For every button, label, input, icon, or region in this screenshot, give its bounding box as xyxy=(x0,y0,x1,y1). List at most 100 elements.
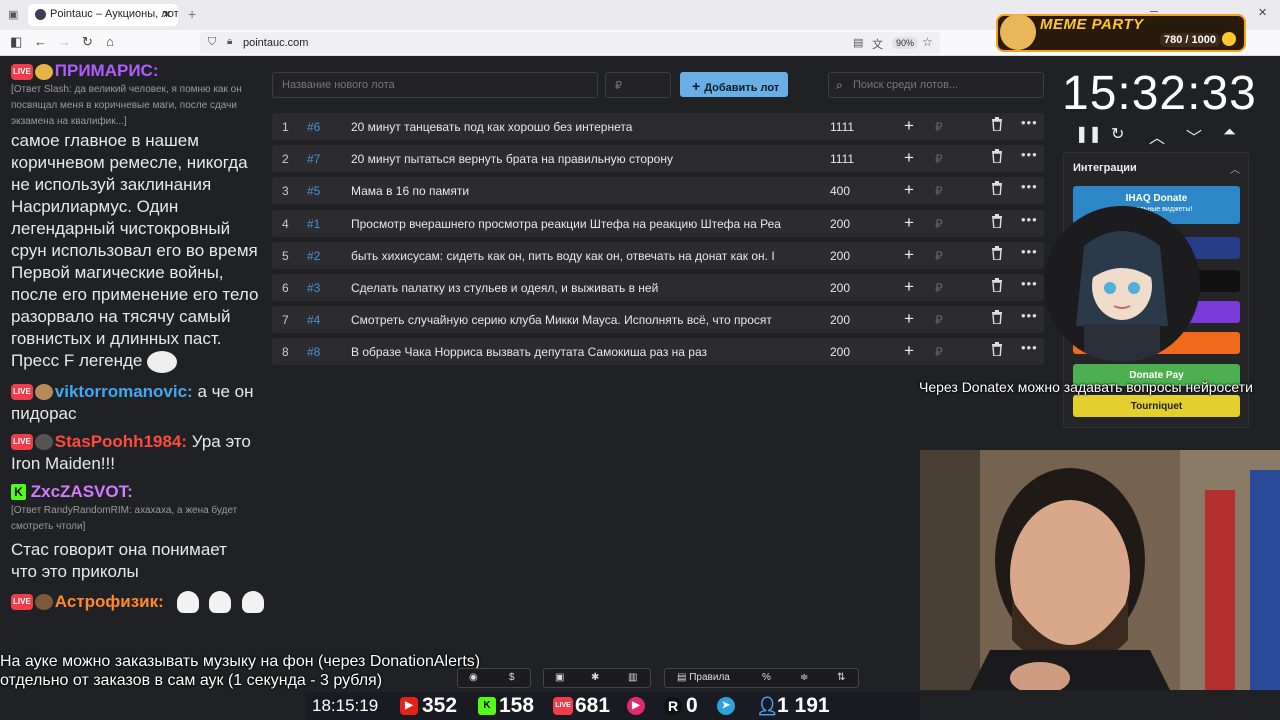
forward-icon[interactable]: → xyxy=(58,34,71,49)
dollar-icon[interactable]: $ xyxy=(509,672,515,683)
lot-id: #3 xyxy=(307,281,321,295)
trash-icon[interactable] xyxy=(991,310,1003,325)
lot-index: 4 xyxy=(282,216,289,231)
lot-search-input[interactable]: ⌕ Поиск среди лотов... xyxy=(828,72,1044,98)
meme-party-title: MEME PARTY xyxy=(1040,16,1144,33)
trash-icon[interactable] xyxy=(991,213,1003,229)
tab-list-icon[interactable]: ▣ xyxy=(8,8,18,21)
add-amount-icon[interactable]: + xyxy=(904,148,914,168)
home-icon[interactable]: ⌂ xyxy=(106,34,114,49)
integration-button[interactable]: Tourniquet xyxy=(1073,395,1240,417)
lock-icon[interactable]: 🔒︎ xyxy=(227,36,232,47)
lot-name[interactable]: быть хихисусам: сидеть как он, пить воду… xyxy=(351,249,801,263)
lot-row[interactable]: 8 #8 В образе Чака Норриса вызвать депутат… xyxy=(272,338,1044,366)
window-close-icon[interactable]: ✕ xyxy=(1258,6,1267,19)
lot-name[interactable]: Смотреть случайную серию клуба Микки Мау… xyxy=(351,313,801,327)
lot-name[interactable]: В образе Чака Норриса вызвать депутата С… xyxy=(351,345,801,359)
add-amount-icon[interactable]: + xyxy=(904,213,914,233)
more-options-icon[interactable]: ••• xyxy=(1021,179,1038,194)
trash-icon[interactable] xyxy=(991,342,1003,358)
lot-index: 6 xyxy=(282,281,289,295)
add-amount-icon[interactable]: + xyxy=(904,116,914,136)
lot-row[interactable]: 5 #2 быть хихисусам: сидеть как он, пить в… xyxy=(272,241,1044,269)
integration-label: IHAQ Donate xyxy=(1125,193,1188,204)
webcam-drawing xyxy=(920,450,1280,690)
browser-tab[interactable]: Pointauc – Аукционы, лотереи xyxy=(28,4,178,26)
lot-row[interactable]: 6 #3 Сделать палатку из стульев и одеял, и… xyxy=(272,274,1044,301)
more-options-icon[interactable]: ••• xyxy=(1021,308,1038,323)
donatex-note: Через Donatex можно задавать вопросы ней… xyxy=(919,379,1253,395)
tab-title: Pointauc – Аукционы, лотереи xyxy=(50,8,178,20)
lot-row[interactable]: 2 #7 20 минут пытаться вернуть брата на пр… xyxy=(272,145,1044,173)
lot-id: #1 xyxy=(307,216,321,231)
trash-icon[interactable] xyxy=(991,245,1003,261)
reader-view-icon[interactable]: ▤ xyxy=(853,36,863,49)
more-options-icon[interactable]: ••• xyxy=(1021,340,1038,355)
sort-icon[interactable]: ⇅ xyxy=(837,672,845,683)
more-options-icon[interactable]: ••• xyxy=(1021,147,1038,162)
lot-amount: 200 xyxy=(830,216,851,231)
rules-button[interactable]: ▤ Правила xyxy=(677,672,730,683)
lot-row[interactable]: 1 #6 20 минут танцевать под как хорошо без… xyxy=(272,113,1044,140)
lot-id: #8 xyxy=(307,345,321,360)
pause-icon[interactable]: ❚❚ xyxy=(1075,124,1102,144)
lot-name[interactable]: Мама в 16 по памяти xyxy=(351,184,801,198)
add-amount-icon[interactable]: + xyxy=(904,277,914,297)
reload-icon[interactable]: ↻ xyxy=(82,34,93,50)
add-amount-icon[interactable]: + xyxy=(904,245,914,265)
add-amount-icon[interactable]: + xyxy=(904,341,914,361)
translate-icon[interactable]: 文 xyxy=(872,36,883,52)
back-icon[interactable]: ← xyxy=(34,34,47,49)
sidebar-toggle-icon[interactable]: ◧ xyxy=(10,34,22,50)
lot-index: 2 xyxy=(282,152,289,167)
trash-icon[interactable] xyxy=(991,149,1003,164)
tab-close-icon[interactable]: ✕ xyxy=(162,8,171,21)
zoom-level[interactable]: 90% xyxy=(892,37,919,49)
address-bar[interactable] xyxy=(200,32,940,54)
add-lot-button[interactable]: + Добавить лот xyxy=(680,72,788,97)
more-options-icon[interactable]: ••• xyxy=(1021,244,1038,259)
more-options-icon[interactable]: ••• xyxy=(1021,115,1038,130)
split-icon[interactable]: ≑ xyxy=(800,672,808,683)
youtube-icon: ▶ xyxy=(400,697,418,715)
lot-name[interactable]: 20 минут пытаться вернуть брата на прави… xyxy=(351,152,801,166)
chevron-down-icon[interactable]: ﹀ xyxy=(1186,124,1202,148)
rutube-icon: R xyxy=(664,697,682,715)
percent-icon[interactable]: % xyxy=(762,672,771,683)
lot-name[interactable]: Просмотр вчерашнего просмотра реакции Шт… xyxy=(351,217,801,231)
toolbar-group-file: ▣ ✱ ▥ xyxy=(543,668,651,688)
chevron-up-icon[interactable]: ︿ xyxy=(1149,124,1165,148)
lot-row[interactable]: 4 #1 Просмотр вчерашнего просмотра реакции… xyxy=(272,209,1044,237)
lot-row[interactable]: 3 #5 Мама в 16 по памяти 400 + ₽ ••• xyxy=(272,177,1044,205)
more-options-icon[interactable]: ••• xyxy=(1021,276,1038,291)
new-lot-amount-input[interactable]: ₽ xyxy=(605,72,671,98)
lot-name[interactable]: 20 минут танцевать под как хорошо без ин… xyxy=(351,120,801,134)
vtuber-avatar xyxy=(1044,206,1200,362)
lot-name[interactable]: Сделать палатку из стульев и одеял, и вы… xyxy=(351,281,801,295)
github-icon[interactable]: ◉ xyxy=(469,672,478,683)
new-tab-icon[interactable]: + xyxy=(188,6,196,22)
save-icon[interactable]: ▣ xyxy=(555,672,564,683)
restart-icon[interactable]: ↻ xyxy=(1111,124,1124,144)
add-amount-icon[interactable]: + xyxy=(904,309,914,329)
lot-row[interactable]: 7 #4 Смотреть случайную серию клуба Микки … xyxy=(272,306,1044,334)
trash-icon[interactable] xyxy=(991,278,1003,293)
trash-icon[interactable] xyxy=(991,181,1003,197)
clear-icon[interactable]: ▥ xyxy=(628,672,637,683)
shield-icon[interactable]: ⛉ xyxy=(208,36,216,49)
collapse-icon[interactable]: ⏶ xyxy=(1223,124,1236,142)
chat-nick: StasPoohh1984: xyxy=(54,431,188,451)
avatar xyxy=(34,594,53,611)
bug-icon[interactable]: ✱ xyxy=(591,672,599,683)
chat-reply: [Ответ Slash: да великий человек, я помн… xyxy=(11,84,242,127)
avatar xyxy=(34,384,53,401)
stream-chat: LIVE ПРИМАРИС: [Ответ Slash: да великий ч… xyxy=(0,56,268,656)
trash-icon[interactable] xyxy=(991,117,1003,132)
chat-message-header: K ZxcZASVOT: xyxy=(11,481,268,503)
chevron-up-icon[interactable]: ︿ xyxy=(1230,161,1240,176)
new-lot-name-input[interactable]: Название нового лота xyxy=(272,72,598,98)
ghost-emote-icon xyxy=(176,591,199,614)
add-amount-icon[interactable]: + xyxy=(904,180,914,200)
more-options-icon[interactable]: ••• xyxy=(1021,212,1038,227)
bookmark-star-icon[interactable]: ☆ xyxy=(922,35,933,49)
